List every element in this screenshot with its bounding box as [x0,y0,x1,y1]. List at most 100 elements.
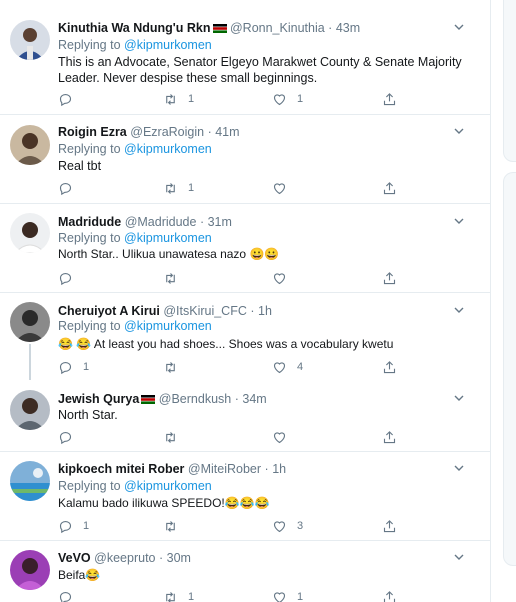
tweet-item[interactable]: Roigin Ezra @EzraRoigin · 41m Replying t… [0,114,490,204]
retweet-button[interactable]: 1 [163,91,194,107]
chevron-down-icon[interactable] [454,305,464,315]
retweet-button[interactable]: 1 [163,180,194,196]
reply-icon [59,520,72,533]
like-button[interactable] [272,429,297,445]
tweet-item[interactable]: Jewish Qurya @Berndkush · 34m North Star… [0,380,490,452]
handle[interactable]: @Ronn_Kinuthia [230,21,325,35]
like-button[interactable]: 4 [272,359,303,375]
avatar[interactable] [10,302,50,342]
chevron-down-icon[interactable] [454,393,464,403]
handle[interactable]: @MiteiRober [188,462,261,476]
timestamp[interactable]: 41m [215,125,239,139]
reply-button[interactable] [58,270,83,286]
reply-icon [59,182,72,195]
tweet-item[interactable]: kipkoech mitei Rober @MiteiRober · 1h Re… [0,451,490,541]
share-button[interactable] [382,589,397,602]
chevron-down-icon[interactable] [454,126,464,136]
separator: · [207,125,212,139]
handle[interactable]: @keepruto [94,551,155,565]
avatar[interactable] [10,461,50,501]
mention-link[interactable]: @kipmurkomen [124,479,212,493]
sidebar-card [503,172,516,566]
replying-prefix: Replying to [58,142,121,156]
tweet-actions: 1 1 [58,91,408,107]
display-name[interactable]: Cheruiyot A Kirui [58,304,160,318]
tweet-actions: 1 [58,180,408,196]
display-name[interactable]: Kinuthia Wa Ndung'u Rkn [58,21,211,35]
avatar[interactable] [10,20,50,60]
avatar[interactable] [10,550,50,590]
retweet-button[interactable] [163,518,188,534]
timestamp[interactable]: 1h [258,304,272,318]
reply-button[interactable] [58,589,83,602]
kenya-flag-icon [212,24,227,33]
tweet-item[interactable]: Madridude @Madridude · 31m Replying to @… [0,203,490,293]
timestamp[interactable]: 31m [208,215,232,229]
share-icon [383,92,396,105]
share-icon [383,181,396,194]
tweet-item[interactable]: Cheruiyot A Kirui @ItsKirui_CFC · 1h Rep… [0,292,490,380]
display-name[interactable]: Roigin Ezra [58,125,127,139]
share-button[interactable] [382,429,397,445]
like-button[interactable]: 1 [272,589,303,602]
share-button[interactable] [382,91,397,107]
handle[interactable]: @Madridude [125,215,197,229]
chevron-down-icon[interactable] [454,552,464,562]
replying-prefix: Replying to [58,231,121,245]
replying-to: Replying to @kipmurkomen [58,230,212,246]
chevron-down-icon[interactable] [454,463,464,473]
timestamp[interactable]: 30m [167,551,191,565]
timestamp[interactable]: 34m [242,392,266,406]
avatar[interactable] [10,213,50,253]
mention-link[interactable]: @kipmurkomen [124,38,212,52]
reply-button[interactable] [58,180,83,196]
chevron-down-icon[interactable] [454,22,464,32]
chevron-down-icon[interactable] [454,216,464,226]
share-icon [383,271,396,284]
share-button[interactable] [382,518,397,534]
avatar[interactable] [10,390,50,430]
retweet-button[interactable] [163,429,188,445]
mention-link[interactable]: @kipmurkomen [124,319,212,333]
thread-line [29,344,31,380]
tweet-item[interactable]: VeVO @keepruto · 30m Beifa😂 1 1 [0,540,490,602]
replying-to: Replying to @kipmurkomen [58,318,212,334]
display-name[interactable]: Madridude [58,215,121,229]
kenya-flag-icon [141,395,156,404]
tweet-item[interactable]: Kinuthia Wa Ndung'u Rkn @Ronn_Kinuthia ·… [0,0,490,115]
handle[interactable]: @EzraRoigin [130,125,204,139]
heart-icon [273,591,286,602]
display-name[interactable]: Jewish Qurya [58,392,139,406]
like-button[interactable] [272,270,297,286]
reply-button[interactable]: 1 [58,518,89,534]
reply-button[interactable]: 1 [58,359,89,375]
like-button[interactable]: 1 [272,91,303,107]
tweet-text: This is an Advocate, Senator Elgeyo Mara… [58,55,462,85]
retweet-button[interactable] [163,359,188,375]
handle[interactable]: @Berndkush [159,392,231,406]
reply-button[interactable] [58,429,83,445]
display-name[interactable]: kipkoech mitei Rober [58,462,184,476]
reply-button[interactable] [58,91,83,107]
reply-icon [59,431,72,444]
tweet-text: North Star. [58,408,118,422]
retweet-button[interactable] [163,270,188,286]
share-button[interactable] [382,270,397,286]
like-count: 1 [297,591,304,602]
timestamp[interactable]: 1h [272,462,286,476]
retweet-icon [166,591,175,602]
mention-link[interactable]: @kipmurkomen [124,142,212,156]
like-button[interactable]: 3 [272,518,303,534]
timestamp[interactable]: 43m [336,21,360,35]
handle[interactable]: @ItsKirui_CFC [163,304,247,318]
avatar[interactable] [10,125,50,165]
mention-link[interactable]: @kipmurkomen [124,231,212,245]
retweet-icon [166,182,175,194]
retweet-button[interactable]: 1 [163,589,194,602]
display-name[interactable]: VeVO [58,551,91,565]
heart-icon [273,272,286,284]
share-button[interactable] [382,359,397,375]
like-button[interactable] [272,180,297,196]
reply-count: 1 [83,520,90,532]
share-button[interactable] [382,180,397,196]
